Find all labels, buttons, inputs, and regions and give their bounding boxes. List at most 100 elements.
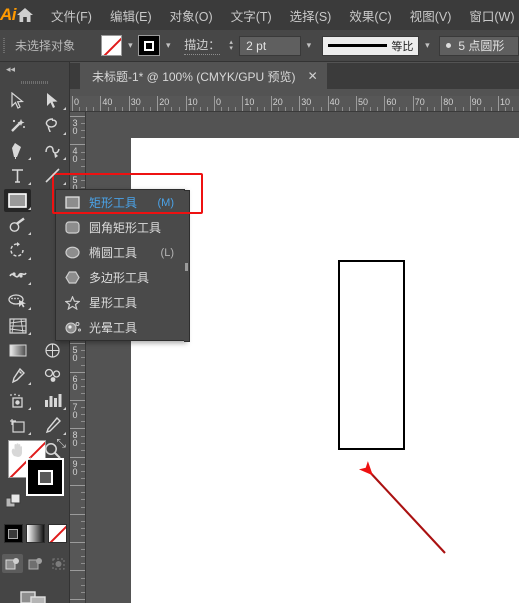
lasso-tool[interactable] (35, 113, 70, 138)
ruler-minor-tick (292, 107, 294, 111)
menu-window[interactable]: 窗口(W) (460, 0, 519, 30)
drawn-rectangle[interactable] (338, 260, 405, 450)
ruler-tick (70, 485, 85, 487)
rotate-tool[interactable] (0, 238, 35, 263)
gradient-tool[interactable] (0, 338, 35, 363)
magic-wand-tool[interactable] (0, 113, 35, 138)
ruler-minor-tick (81, 350, 85, 352)
direct-selection-tool[interactable] (35, 88, 70, 113)
horizontal-ruler[interactable]: 0 40 30 20 10 0 10 20 30 40 50 60 70 80 90 10 (70, 96, 519, 112)
flyout-shortcut: (M) (157, 196, 175, 209)
stroke-profile-select[interactable]: 等比 (321, 35, 420, 56)
ruler-label: 70 (70, 402, 80, 418)
ruler-tick (384, 96, 386, 111)
ruler-label: 40 (329, 97, 340, 107)
ruler-minor-tick (178, 107, 180, 111)
flyout-label: 光晕工具 (89, 321, 138, 335)
menu-type[interactable]: 文字(T) (222, 0, 281, 30)
perspective-grid-tool[interactable] (0, 313, 35, 338)
rectangle-tool[interactable] (0, 188, 35, 213)
ruler-label: 20 (272, 97, 283, 107)
default-fill-stroke-icon[interactable] (5, 493, 22, 515)
ruler-minor-tick (81, 123, 85, 125)
flyout-item-rectangle-tool[interactable]: 矩形工具 (M) (56, 190, 184, 215)
illustrator-window: Ai 文件(F) 编辑(E) 对象(O) 文字(T) 选择(S) 效果(C) 视… (0, 0, 519, 603)
change-screen-mode-button[interactable] (0, 586, 70, 603)
mesh-tool[interactable] (35, 338, 70, 363)
ruler-tick (242, 96, 244, 111)
flyout-item-polygon-tool[interactable]: 多边形工具 (56, 265, 184, 290)
column-graph-tool[interactable] (35, 388, 70, 413)
home-icon[interactable] (16, 0, 34, 30)
curvature-tool[interactable] (35, 138, 70, 163)
menu-effect[interactable]: 效果(C) (340, 0, 400, 30)
menu-bar: Ai 文件(F) 编辑(E) 对象(O) 文字(T) 选择(S) 效果(C) 视… (0, 0, 519, 30)
ruler-minor-tick (81, 471, 85, 472)
menu-select[interactable]: 选择(S) (281, 0, 341, 30)
ruler-minor-tick (81, 435, 85, 437)
document-tab-bar: 未标题-1* @ 100% (CMYK/GPU 预览) ✕ (70, 63, 519, 89)
type-tool[interactable] (0, 163, 35, 188)
draw-behind-button[interactable] (25, 554, 46, 573)
vertical-ruler[interactable]: 3040500102030405060708090 (70, 112, 86, 603)
flyout-item-flare-tool[interactable]: 光晕工具 (56, 315, 184, 340)
flyout-tearoff-handle[interactable] (184, 190, 190, 342)
menu-file[interactable]: 文件(F) (42, 0, 101, 30)
gradient-mode-button[interactable] (25, 524, 45, 543)
brush-definition-select[interactable]: 5 点圆形 (439, 35, 519, 56)
stroke-swatch[interactable] (26, 458, 64, 496)
control-bar-grip[interactable] (0, 30, 9, 62)
tools-panel-grip[interactable] (0, 76, 69, 88)
flyout-label: 圆角矩形工具 (89, 221, 162, 235)
canvas-area[interactable] (86, 112, 519, 603)
flyout-item-rounded-rectangle-tool[interactable]: 圆角矩形工具 (56, 215, 184, 240)
ruler-minor-tick (86, 107, 88, 111)
ruler-tick (441, 96, 443, 111)
ruler-minor-tick (81, 385, 85, 387)
menu-view[interactable]: 视图(V) (401, 0, 461, 30)
draw-normal-button[interactable] (1, 554, 23, 573)
menu-edit[interactable]: 编辑(E) (101, 0, 161, 30)
ruler-label: 90 (471, 97, 482, 107)
stroke-weight-input[interactable]: 2 pt (239, 35, 301, 56)
ruler-label: 50 (70, 345, 80, 362)
ruler-minor-tick (81, 478, 85, 480)
menu-object[interactable]: 对象(O) (161, 0, 222, 30)
symbol-sprayer-tool[interactable] (0, 388, 35, 413)
ruler-minor-tick (81, 165, 85, 167)
stroke-chevron-down-icon[interactable]: ▾ (160, 35, 176, 56)
pen-tool[interactable] (0, 138, 35, 163)
ruler-tick (70, 371, 85, 373)
flyout-item-star-tool[interactable]: 星形工具 (56, 290, 184, 315)
blend-tool[interactable] (35, 363, 70, 388)
none-mode-button[interactable] (47, 524, 67, 543)
flyout-item-ellipse-tool[interactable]: 椭圆工具 (L) (56, 240, 184, 265)
ruler-tick (128, 96, 130, 111)
paintbrush-tool[interactable] (0, 213, 35, 238)
fill-chevron-down-icon[interactable]: ▾ (122, 35, 138, 56)
draw-inside-button[interactable] (48, 554, 69, 573)
document-tab[interactable]: 未标题-1* @ 100% (CMYK/GPU 预览) ✕ (80, 63, 327, 89)
stroke-swatch-button[interactable] (138, 35, 161, 56)
fill-swatch-button[interactable] (100, 35, 123, 56)
ruler-minor-tick (427, 107, 428, 111)
flare-icon (64, 319, 81, 336)
eyedropper-tool[interactable] (0, 363, 35, 388)
selection-tool[interactable] (0, 88, 35, 113)
profile-chevron-down-icon[interactable]: ▾ (419, 35, 435, 56)
width-tool[interactable] (0, 263, 35, 288)
profile-label: 等比 (391, 40, 414, 53)
ruler-minor-tick (81, 364, 85, 366)
close-icon[interactable]: ✕ (308, 69, 318, 83)
ruler-minor-tick (114, 107, 116, 111)
flyout-label: 矩形工具 (89, 196, 138, 210)
shape-builder-tool[interactable] (0, 288, 35, 313)
ruler-label: 10 (187, 97, 198, 107)
stroke-weight-chevron-down-icon[interactable]: ▾ (301, 35, 317, 56)
color-mode-button[interactable] (3, 524, 23, 543)
flyout-label: 星形工具 (89, 296, 138, 310)
collapse-panel-icon[interactable]: ◂◂ (0, 62, 69, 76)
shape-tools-flyout[interactable]: 矩形工具 (M) 圆角矩形工具 椭圆工具 (L) 多边形工具 星形工具 光晕工具 (55, 189, 190, 342)
stroke-weight-stepper[interactable]: ▴ ▾ (226, 39, 236, 52)
line-segment-tool[interactable] (35, 163, 70, 188)
